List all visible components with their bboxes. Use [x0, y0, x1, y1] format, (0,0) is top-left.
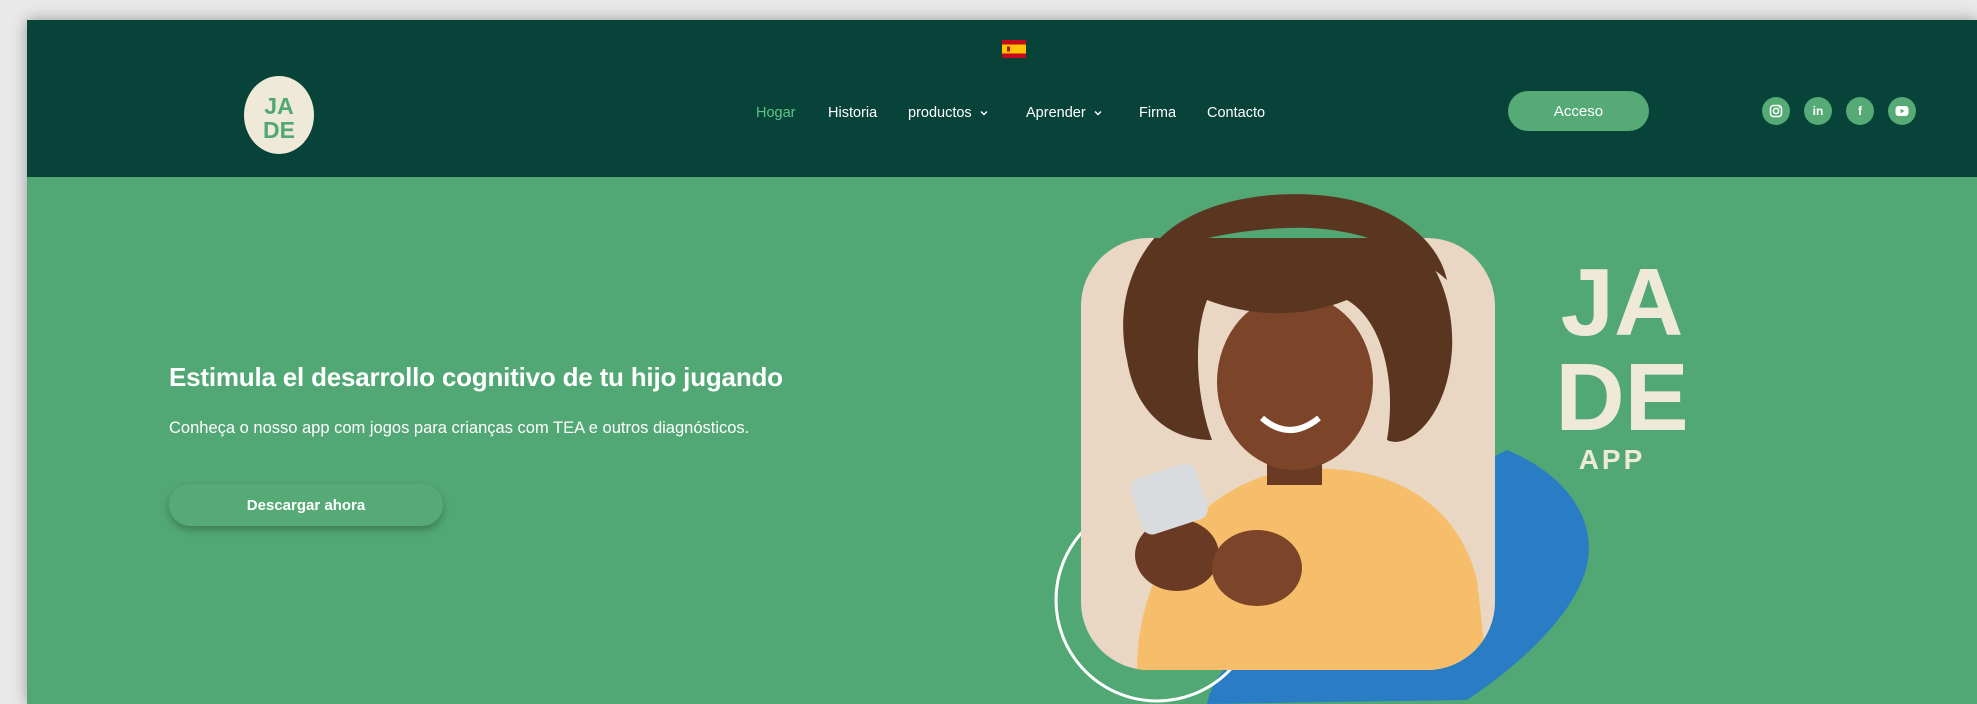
- download-button[interactable]: Descargar ahora: [169, 484, 443, 526]
- linkedin-icon[interactable]: in: [1804, 97, 1832, 125]
- facebook-icon[interactable]: f: [1846, 97, 1874, 125]
- hero-subtitle: Conheça o nosso app com jogos para crian…: [169, 419, 750, 437]
- jade-logo[interactable]: JA DE: [244, 76, 314, 154]
- chevron-down-icon: [1094, 111, 1102, 116]
- nav-item-label: Contacto: [1207, 105, 1266, 121]
- svg-text:JA: JA: [264, 93, 293, 119]
- blue-blob-shape: [1207, 450, 1589, 704]
- nav-item-label: productos: [908, 105, 972, 121]
- linkedin-glyph: in: [1812, 104, 1824, 118]
- spain-flag-icon[interactable]: [1002, 40, 1026, 58]
- nav-item-label: Firma: [1139, 105, 1177, 121]
- decorative-ring: [1054, 497, 1260, 703]
- nav-item-historia[interactable]: Historia: [828, 105, 877, 121]
- facebook-glyph: f: [1858, 104, 1862, 118]
- chevron-down-icon: [980, 111, 988, 116]
- nav-item-aprender[interactable]: Aprender: [1026, 105, 1103, 121]
- login-button[interactable]: Acceso: [1508, 91, 1649, 131]
- nav-item-firma[interactable]: Firma: [1139, 105, 1176, 121]
- app-label: APP: [1578, 444, 1646, 475]
- nav-item-label: Historia: [828, 105, 878, 121]
- jade-wordmark: JA DE: [1542, 240, 1702, 451]
- youtube-icon[interactable]: [1888, 97, 1916, 125]
- svg-text:JA: JA: [1561, 249, 1684, 356]
- nav-item-productos[interactable]: productos: [908, 105, 989, 121]
- hero-title: Estimula el desarrollo cognitivo de tu h…: [169, 362, 783, 392]
- nav-item-hogar[interactable]: Hogar: [756, 105, 796, 121]
- svg-text:DE: DE: [1555, 344, 1688, 440]
- instagram-icon[interactable]: [1762, 97, 1790, 125]
- site-header: JA DE Hogar Historia productos Aprender: [27, 20, 1977, 177]
- nav-item-label: Hogar: [756, 105, 796, 121]
- svg-text:DE: DE: [263, 117, 295, 143]
- child-photo: [1081, 238, 1495, 670]
- nav-item-label: Aprender: [1026, 105, 1086, 121]
- browser-viewport: JA DE Hogar Historia productos Aprender: [27, 20, 1977, 704]
- nav-item-contacto[interactable]: Contacto: [1207, 105, 1265, 121]
